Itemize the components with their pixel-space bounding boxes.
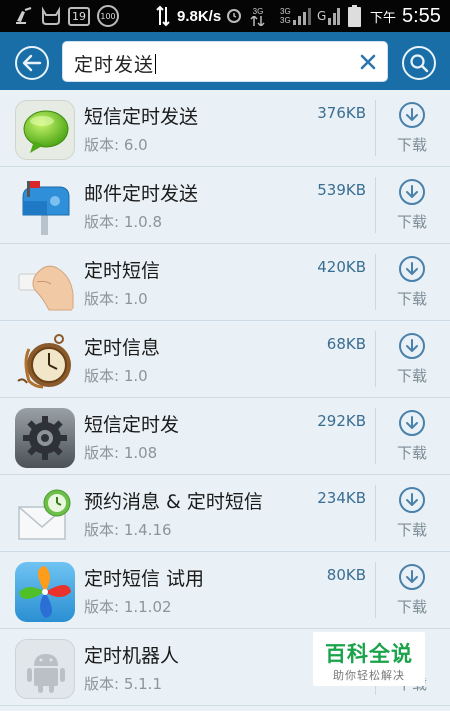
search-header: 定时发送 <box>0 32 450 90</box>
download-label: 下载 <box>396 290 427 308</box>
sms-bubble-icon <box>15 100 75 160</box>
back-button[interactable] <box>15 46 49 80</box>
download-icon <box>399 102 425 128</box>
app-name: 短信定时发送 <box>84 106 199 128</box>
app-row[interactable]: 短信定时发送 版本: 6.0 376KB 下载 <box>0 90 450 167</box>
app-name: 定时机器人 <box>84 645 180 667</box>
hand-holding-card-icon <box>15 254 75 314</box>
download-icon <box>399 487 425 513</box>
close-icon <box>360 54 376 70</box>
signal-3g-1: 3G <box>250 0 266 32</box>
app-size: 539KB <box>317 181 366 199</box>
mailbox-icon <box>15 177 75 237</box>
download-button[interactable]: 下载 <box>383 406 441 468</box>
app-name: 邮件定时发送 <box>84 183 199 205</box>
signal-strength-icon <box>292 0 312 32</box>
pinwheel-icon <box>15 562 75 622</box>
download-label: 下载 <box>396 367 427 385</box>
app-name: 定时短信 <box>84 260 161 282</box>
app-version: 版本: 1.4.16 <box>84 521 172 539</box>
app-size: 376KB <box>317 104 366 122</box>
download-label: 下载 <box>396 598 427 616</box>
status-bar: 19 100 9.8K/s 3G 3G 3G G 下午 5:55 <box>0 0 450 32</box>
app-version: 版本: 1.08 <box>84 444 158 462</box>
download-button[interactable]: 下载 <box>383 560 441 622</box>
android-robot-icon <box>15 639 75 699</box>
watermark-title: 百科全说 <box>325 642 413 666</box>
app-size: 234KB <box>317 489 366 507</box>
divider <box>375 331 376 387</box>
app-row[interactable]: 定时短信 试用 版本: 1.1.02 80KB 下载 <box>0 552 450 629</box>
calendar-notification-icon: 19 <box>68 6 90 26</box>
divider <box>375 408 376 464</box>
search-button[interactable] <box>402 46 436 80</box>
app-version: 版本: 5.1.1 <box>84 675 162 693</box>
download-label: 下载 <box>396 213 427 231</box>
app-name: 定时信息 <box>84 337 161 359</box>
clock-ampm: 下午 <box>370 10 397 26</box>
alarm-icon <box>226 0 242 32</box>
app-row[interactable]: 定时短信 版本: 1.0 420KB 下载 <box>0 244 450 321</box>
app-version: 版本: 1.1.02 <box>84 598 172 616</box>
arrow-left-icon <box>22 54 42 72</box>
app-row[interactable]: 预约消息 & 定时短信 版本: 1.4.16 234KB 下载 <box>0 475 450 552</box>
app-name: 定时短信 试用 <box>84 568 205 590</box>
clear-search-button[interactable] <box>357 51 379 73</box>
download-icon <box>399 256 425 282</box>
text-caret <box>155 54 157 74</box>
app-row[interactable]: 定时信息 版本: 1.0 68KB 下载 <box>0 321 450 398</box>
app-size: 80KB <box>326 566 366 584</box>
download-icon <box>399 179 425 205</box>
data-transfer-icon <box>156 0 170 32</box>
app-size: 420KB <box>317 258 366 276</box>
download-label: 下载 <box>396 136 427 154</box>
watermark-subtitle: 助你轻松解决 <box>333 669 405 682</box>
envelope-clock-icon <box>15 485 75 545</box>
signal-strength-icon-2 <box>327 0 341 32</box>
divider <box>375 254 376 310</box>
download-icon <box>399 410 425 436</box>
app-size: 68KB <box>326 335 366 353</box>
divider <box>375 100 376 156</box>
signal-g-label: G <box>317 9 327 23</box>
download-icon <box>399 564 425 590</box>
broom-icon <box>14 0 34 32</box>
download-icon <box>399 333 425 359</box>
battery-icon <box>348 0 361 32</box>
clock-time: 5:55 <box>402 4 441 27</box>
search-icon <box>410 54 429 73</box>
signal-3g-2: 3G 3G <box>280 7 291 25</box>
app-row[interactable]: 短信定时发 版本: 1.08 292KB 下载 <box>0 398 450 475</box>
app-name: 预约消息 & 定时短信 <box>84 491 263 513</box>
download-button[interactable]: 下载 <box>383 175 441 237</box>
divider <box>375 562 376 618</box>
app-name: 短信定时发 <box>84 414 180 436</box>
gear-settings-icon <box>15 408 75 468</box>
download-button[interactable]: 下载 <box>383 252 441 314</box>
network-speed: 9.8K/s <box>177 7 222 25</box>
download-button[interactable]: 下载 <box>383 483 441 545</box>
app-version: 版本: 1.0 <box>84 290 148 308</box>
download-button[interactable]: 下载 <box>383 98 441 160</box>
divider <box>375 177 376 233</box>
battery-saver-icon: 100 <box>97 5 119 27</box>
app-version: 版本: 1.0.8 <box>84 213 162 231</box>
app-version: 版本: 1.0 <box>84 367 148 385</box>
app-list: 短信定时发送 版本: 6.0 376KB 下载 邮件定时发送 版本: 1.0.8… <box>0 90 450 711</box>
divider <box>375 485 376 541</box>
search-input[interactable]: 定时发送 <box>62 41 388 82</box>
cat-notification-icon <box>40 0 62 32</box>
app-size: 292KB <box>317 412 366 430</box>
search-query: 定时发送 <box>74 54 155 76</box>
app-row[interactable]: 邮件定时发送 版本: 1.0.8 539KB 下载 <box>0 167 450 244</box>
app-version: 版本: 6.0 <box>84 136 148 154</box>
download-label: 下载 <box>396 444 427 462</box>
download-label: 下载 <box>396 521 427 539</box>
watermark: 百科全说 助你轻松解决 <box>313 632 425 686</box>
download-button[interactable]: 下载 <box>383 329 441 391</box>
pocket-watch-icon <box>15 331 75 391</box>
